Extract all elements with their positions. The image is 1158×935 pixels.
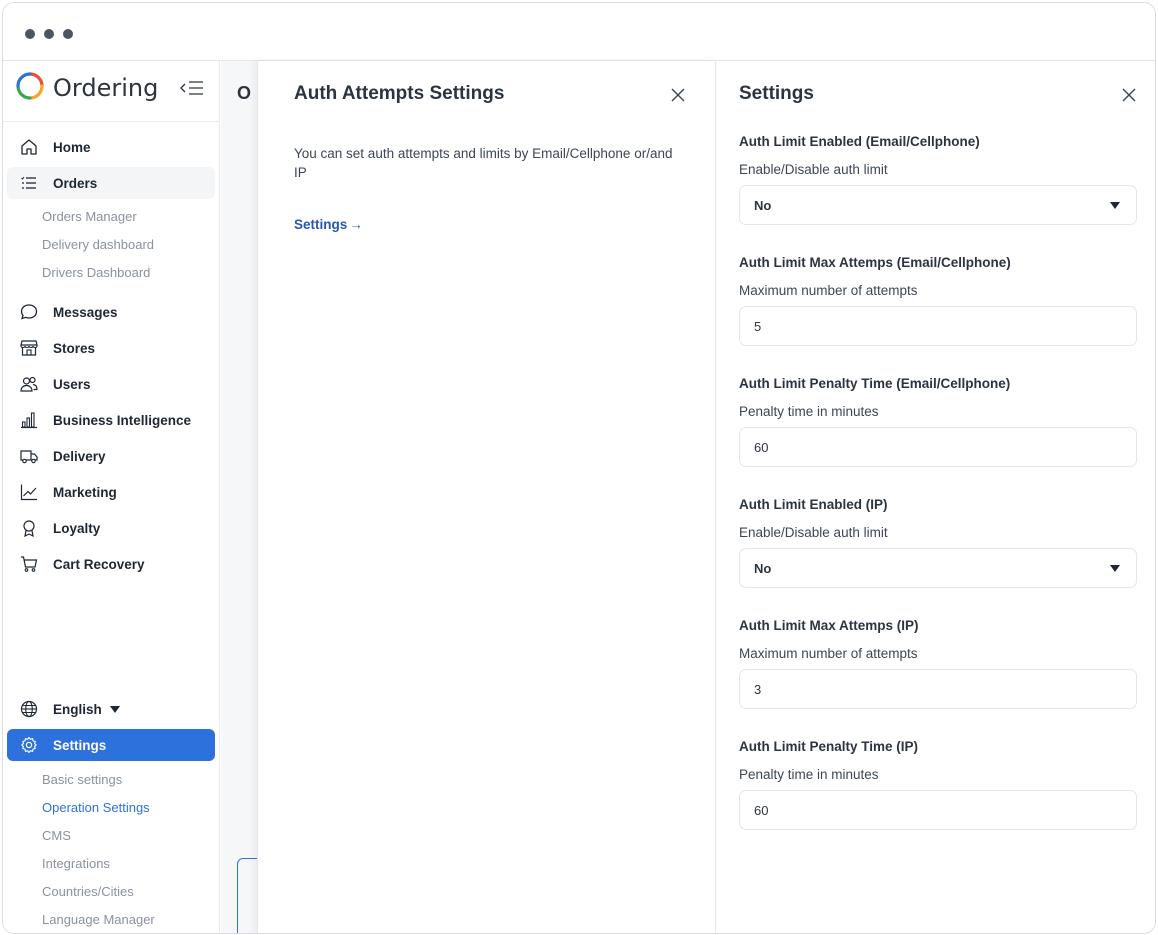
settings-link-label: Settings	[294, 217, 348, 232]
sidebar-item-label: Settings	[53, 737, 107, 753]
window-titlebar	[3, 3, 1155, 61]
input-value: 5	[754, 318, 762, 334]
ordering-logo-icon	[15, 71, 45, 106]
sidebar-subitem-delivery-dashboard[interactable]: Delivery dashboard	[42, 237, 154, 252]
field-subtitle: Enable/Disable auth limit	[739, 162, 888, 177]
gear-icon	[19, 735, 39, 755]
sidebar-item-users[interactable]: Users	[7, 368, 215, 400]
brand[interactable]: Ordering	[15, 71, 158, 105]
sidebar-subitem-countries-cities[interactable]: Countries/Cities	[42, 884, 134, 899]
auth-panel-title: Auth Attempts Settings	[294, 83, 505, 104]
sidebar: Ordering Home Orders Orders Manager Deli…	[3, 61, 220, 933]
settings-panel: Settings Auth Limit Enabled (Email/Cellp…	[717, 61, 1155, 933]
sidebar-item-label: Users	[53, 376, 91, 392]
bar-chart-icon	[19, 410, 39, 430]
sidebar-item-messages[interactable]: Messages	[7, 296, 215, 328]
sidebar-item-label: Home	[53, 139, 91, 155]
auth-attempts-panel: Auth Attempts Settings You can set auth …	[257, 61, 716, 933]
sidebar-item-label: Cart Recovery	[53, 556, 145, 572]
collapse-sidebar-icon[interactable]	[179, 78, 205, 98]
field-title: Auth Limit Enabled (IP)	[739, 497, 888, 512]
settings-link[interactable]: Settings →	[294, 217, 363, 232]
field-subtitle: Penalty time in minutes	[739, 767, 879, 782]
window-control-dot[interactable]	[44, 29, 54, 39]
input-value: 3	[754, 681, 762, 697]
arrow-right-icon: →	[349, 217, 363, 232]
sidebar-divider	[3, 121, 220, 122]
app-window: Ordering Home Orders Orders Manager Deli…	[2, 2, 1156, 934]
chevron-down-icon	[109, 705, 120, 713]
auth-limit-penalty-time-ip-input[interactable]: 60	[739, 790, 1137, 830]
field-subtitle: Maximum number of attempts	[739, 646, 918, 661]
close-icon[interactable]	[1119, 85, 1139, 105]
select-value: No	[754, 197, 772, 213]
truck-icon	[19, 446, 39, 466]
window-control-dot[interactable]	[25, 29, 35, 39]
field-title: Auth Limit Max Attemps (Email/Cellphone)	[739, 255, 1011, 270]
sidebar-item-marketing[interactable]: Marketing	[7, 476, 215, 508]
background-page-title: O	[237, 83, 252, 103]
sidebar-item-label: Loyalty	[53, 520, 101, 536]
badge-icon	[19, 518, 39, 538]
sidebar-item-label: Stores	[53, 340, 96, 356]
sidebar-subitem-drivers-dashboard[interactable]: Drivers Dashboard	[42, 265, 150, 280]
sidebar-subitem-integrations[interactable]: Integrations	[42, 856, 110, 871]
caret-down-icon	[1110, 202, 1120, 209]
field-subtitle: Maximum number of attempts	[739, 283, 918, 298]
sidebar-item-cart-recovery[interactable]: Cart Recovery	[7, 548, 215, 580]
auth-limit-penalty-time-email-input[interactable]: 60	[739, 427, 1137, 467]
sidebar-subitem-operation-settings[interactable]: Operation Settings	[42, 800, 150, 815]
auth-limit-max-attempts-email-input[interactable]: 5	[739, 306, 1137, 346]
chat-bubble-icon	[19, 302, 39, 322]
select-value: No	[754, 560, 772, 576]
field-subtitle: Enable/Disable auth limit	[739, 525, 888, 540]
auth-limit-enabled-email-select[interactable]: No	[739, 185, 1137, 225]
field-title: Auth Limit Enabled (Email/Cellphone)	[739, 134, 980, 149]
store-icon	[19, 338, 39, 358]
close-icon[interactable]	[668, 85, 688, 105]
sidebar-item-delivery[interactable]: Delivery	[7, 440, 215, 472]
sidebar-item-orders[interactable]: Orders	[7, 167, 215, 199]
orders-list-icon	[19, 173, 39, 193]
sidebar-item-label: Business Intelligence	[53, 412, 192, 428]
caret-down-icon	[1110, 565, 1120, 572]
sidebar-item-label: Delivery	[53, 448, 106, 464]
cart-icon	[19, 554, 39, 574]
sidebar-item-business-intelligence[interactable]: Business Intelligence	[7, 404, 215, 436]
language-selector[interactable]: English	[7, 693, 215, 725]
field-title: Auth Limit Max Attemps (IP)	[739, 618, 919, 633]
sidebar-subitem-orders-manager[interactable]: Orders Manager	[42, 209, 137, 224]
sidebar-item-loyalty[interactable]: Loyalty	[7, 512, 215, 544]
settings-panel-title: Settings	[739, 83, 814, 104]
background-page	[221, 61, 257, 933]
field-subtitle: Penalty time in minutes	[739, 404, 879, 419]
line-chart-icon	[19, 482, 39, 502]
sidebar-item-home[interactable]: Home	[7, 131, 215, 163]
sidebar-item-label: Marketing	[53, 484, 117, 500]
field-title: Auth Limit Penalty Time (IP)	[739, 739, 919, 754]
language-label: English	[53, 701, 102, 717]
field-title: Auth Limit Penalty Time (Email/Cellphone…	[739, 376, 1011, 391]
sidebar-item-settings[interactable]: Settings	[7, 729, 215, 761]
sidebar-item-stores[interactable]: Stores	[7, 332, 215, 364]
globe-icon	[19, 699, 39, 719]
sidebar-subitem-cms[interactable]: CMS	[42, 828, 71, 843]
brand-name: Ordering	[53, 74, 159, 102]
auth-limit-enabled-ip-select[interactable]: No	[739, 548, 1137, 588]
window-control-dot[interactable]	[63, 29, 73, 39]
input-value: 60	[754, 802, 769, 818]
users-icon	[19, 374, 39, 394]
sidebar-subitem-language-manager[interactable]: Language Manager	[42, 912, 155, 927]
input-value: 60	[754, 439, 769, 455]
auth-limit-max-attempts-ip-input[interactable]: 3	[739, 669, 1137, 709]
auth-panel-description: You can set auth attempts and limits by …	[294, 146, 673, 180]
home-icon	[19, 137, 39, 157]
sidebar-item-label: Messages	[53, 304, 118, 320]
sidebar-subitem-basic-settings[interactable]: Basic settings	[42, 772, 122, 787]
sidebar-item-label: Orders	[53, 175, 98, 191]
